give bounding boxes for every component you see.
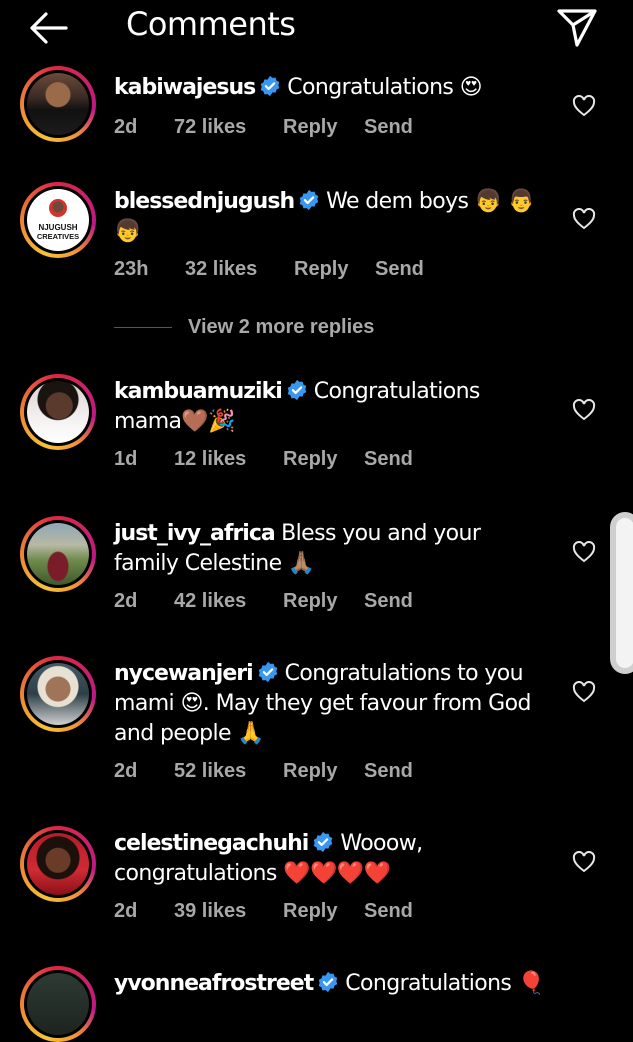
comment-username[interactable]: celestinegachuhi bbox=[114, 831, 309, 856]
heart-icon[interactable] bbox=[572, 681, 596, 703]
avatar[interactable] bbox=[20, 516, 96, 592]
comment-username[interactable]: nycewanjeri bbox=[114, 661, 254, 686]
send-button[interactable]: Send bbox=[375, 258, 424, 281]
avatar[interactable] bbox=[20, 656, 96, 732]
send-button[interactable]: Send bbox=[364, 900, 413, 923]
comment-text: Congratulations 😍 bbox=[287, 75, 483, 100]
comment-time: 1d bbox=[114, 448, 138, 470]
comment-text: Wooow, bbox=[340, 831, 423, 856]
view-replies-label[interactable]: View 2 more replies bbox=[188, 316, 374, 339]
avatar[interactable]: NJUGUSH CREATIVES bbox=[20, 182, 96, 258]
send-button[interactable]: Send bbox=[364, 590, 413, 613]
reply-button[interactable]: Reply bbox=[283, 116, 337, 139]
comment-time: 2d bbox=[114, 590, 138, 612]
reply-button[interactable]: Reply bbox=[283, 590, 337, 613]
header: Comments bbox=[0, 0, 633, 56]
comment-text: Congratulations 🎈 bbox=[345, 971, 545, 996]
comment-username[interactable]: kabiwajesus bbox=[114, 75, 256, 100]
verified-badge-icon bbox=[260, 75, 280, 97]
replies-divider bbox=[114, 327, 172, 328]
comment-username[interactable]: yvonneafrostreet bbox=[114, 971, 314, 996]
like-count[interactable]: 32 likes bbox=[185, 258, 257, 281]
send-button[interactable]: Send bbox=[364, 116, 413, 139]
like-count[interactable]: 72 likes bbox=[174, 116, 246, 139]
like-count[interactable]: 12 likes bbox=[174, 448, 246, 471]
like-count[interactable]: 39 likes bbox=[174, 900, 246, 923]
comment-text-line-2: family Celestine 🙏🏽 bbox=[114, 551, 315, 576]
comment-time: 23h bbox=[114, 258, 149, 280]
comment-username[interactable]: just_ivy_africa bbox=[114, 521, 276, 546]
avatar[interactable] bbox=[20, 826, 96, 902]
svg-text:NJUGUSH: NJUGUSH bbox=[38, 223, 77, 232]
verified-badge-icon bbox=[318, 971, 338, 993]
verified-badge-icon bbox=[287, 379, 307, 401]
like-count[interactable]: 52 likes bbox=[174, 760, 246, 783]
avatar[interactable] bbox=[20, 66, 96, 142]
heart-icon[interactable] bbox=[572, 541, 596, 563]
avatar-logo: NJUGUSH CREATIVES bbox=[37, 199, 79, 241]
send-icon[interactable] bbox=[555, 5, 599, 49]
comment-text-line-2: mami 😍. May they get favour from God bbox=[114, 691, 531, 716]
comment-username[interactable]: blessednjugush bbox=[114, 189, 295, 214]
like-count[interactable]: 42 likes bbox=[174, 590, 246, 613]
back-arrow-icon[interactable] bbox=[26, 6, 72, 50]
verified-badge-icon bbox=[299, 189, 319, 211]
comment-text-line-2: 👦 bbox=[114, 219, 141, 244]
comment-text-line-3: and people 🙏 bbox=[114, 721, 265, 746]
comment-text: Congratulations bbox=[313, 379, 481, 404]
heart-icon[interactable] bbox=[572, 399, 596, 421]
send-button[interactable]: Send bbox=[364, 760, 413, 783]
comment-text: We dem boys 👦 👨 bbox=[326, 189, 535, 214]
heart-icon[interactable] bbox=[572, 208, 596, 230]
avatar[interactable] bbox=[20, 966, 96, 1042]
heart-icon[interactable] bbox=[572, 95, 596, 117]
reply-button[interactable]: Reply bbox=[283, 760, 337, 783]
comment-text: Bless you and your bbox=[281, 521, 481, 546]
comment-time: 2d bbox=[114, 900, 138, 922]
svg-text:CREATIVES: CREATIVES bbox=[37, 232, 79, 241]
comment-text-line-2: congratulations ❤️❤️❤️❤️ bbox=[114, 861, 391, 886]
comment-time: 2d bbox=[114, 116, 138, 138]
reply-button[interactable]: Reply bbox=[283, 448, 337, 471]
verified-badge-icon bbox=[258, 661, 277, 683]
comment-username[interactable]: kambuamuziki bbox=[114, 379, 283, 404]
send-button[interactable]: Send bbox=[364, 448, 413, 471]
comment-text-line-2: mama🤎🎉 bbox=[114, 409, 236, 434]
reply-button[interactable]: Reply bbox=[294, 258, 348, 281]
heart-icon[interactable] bbox=[572, 851, 596, 873]
reply-button[interactable]: Reply bbox=[283, 900, 337, 923]
comment-text: Congratulations to you bbox=[284, 661, 524, 686]
page-title: Comments bbox=[126, 5, 296, 43]
scrollbar-handle[interactable] bbox=[610, 512, 633, 674]
avatar[interactable] bbox=[20, 374, 96, 450]
comment-time: 2d bbox=[114, 760, 138, 782]
verified-badge-icon bbox=[314, 831, 333, 853]
